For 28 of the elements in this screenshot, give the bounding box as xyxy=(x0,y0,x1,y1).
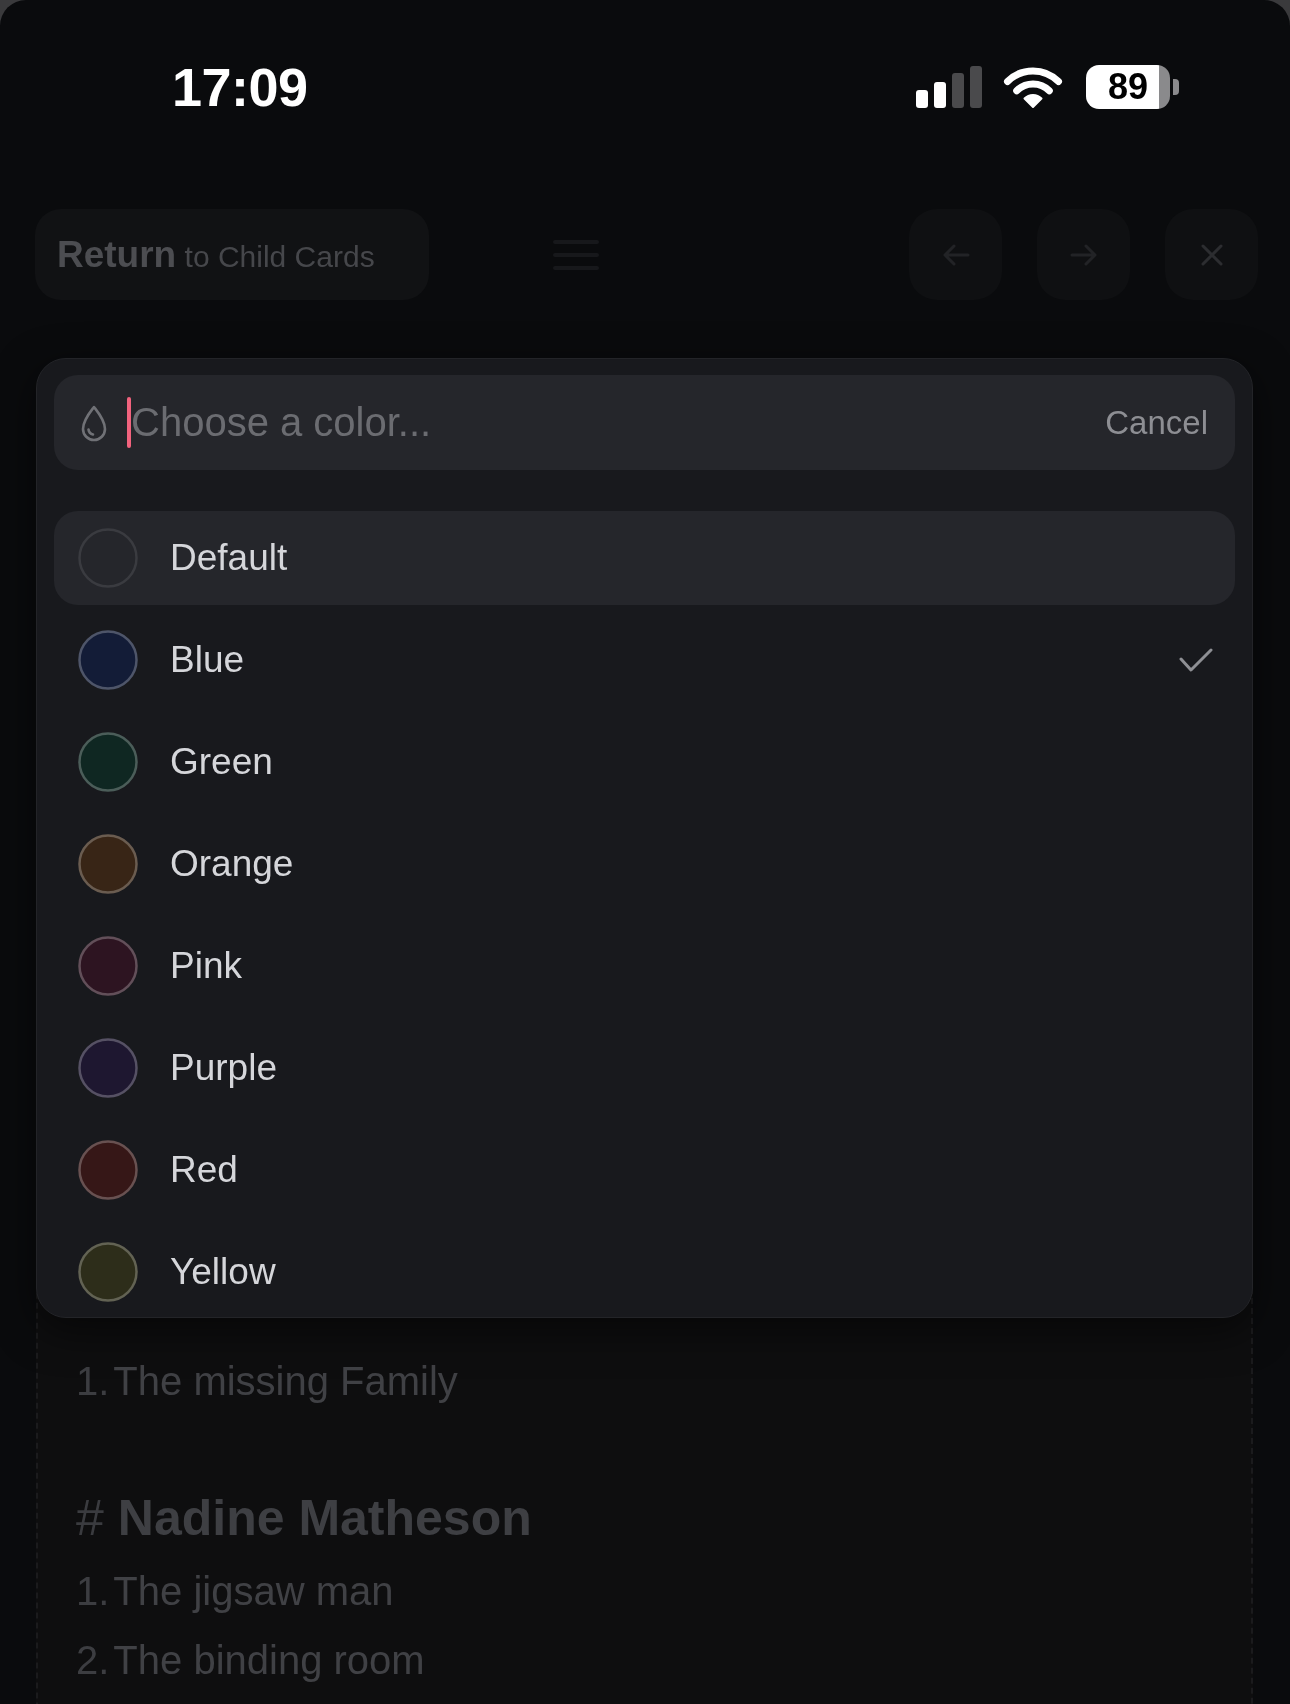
forward-button[interactable] xyxy=(1037,209,1130,300)
color-swatch-icon xyxy=(78,834,138,894)
close-button[interactable] xyxy=(1165,209,1258,300)
status-time: 17:09 xyxy=(172,62,308,112)
color-option[interactable]: Orange xyxy=(54,817,1235,911)
color-swatch-icon xyxy=(78,630,138,690)
color-swatch-icon xyxy=(78,1038,138,1098)
color-swatch-icon xyxy=(78,936,138,996)
close-icon xyxy=(1200,243,1223,266)
wifi-icon xyxy=(1003,65,1063,109)
cancel-button[interactable]: Cancel xyxy=(1105,403,1208,442)
color-option[interactable]: Green xyxy=(54,715,1235,809)
color-option[interactable]: Default xyxy=(54,511,1235,605)
color-swatch-icon xyxy=(78,1242,138,1302)
color-swatch-icon xyxy=(78,1140,138,1200)
text-cursor-icon xyxy=(127,397,131,448)
back-button[interactable] xyxy=(909,209,1002,300)
cellular-signal-icon xyxy=(916,66,982,108)
color-option[interactable]: Red xyxy=(54,1123,1235,1217)
color-option[interactable]: Blue xyxy=(54,613,1235,707)
color-option[interactable]: Purple xyxy=(54,1021,1235,1115)
search-field[interactable]: Choose a color... Cancel xyxy=(54,375,1235,470)
battery-indicator: 89 xyxy=(1086,65,1179,109)
heading-marker: # xyxy=(76,1489,104,1548)
droplet-icon xyxy=(79,403,109,442)
color-option[interactable]: Yellow xyxy=(54,1225,1235,1317)
color-swatch-icon xyxy=(78,732,138,792)
color-option[interactable]: Pink xyxy=(54,919,1235,1013)
